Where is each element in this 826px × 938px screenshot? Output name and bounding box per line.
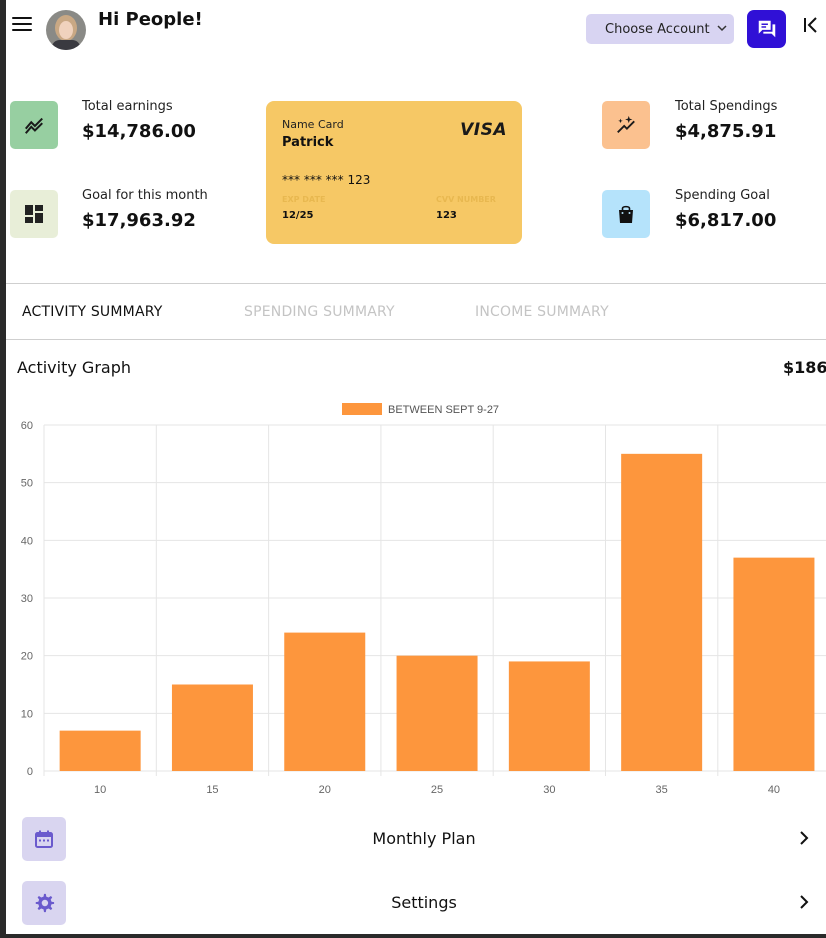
collapse-left-icon[interactable] [802, 16, 820, 34]
x-tick-label: 25 [431, 784, 443, 796]
card-cvv-value: 123 [436, 210, 457, 221]
card-cvv-label: CVV NUMBER [436, 195, 496, 204]
tab-income-summary[interactable]: INCOME SUMMARY [475, 304, 609, 320]
bar [508, 661, 590, 771]
y-tick-label: 0 [27, 766, 33, 778]
settings-label: Settings [391, 893, 457, 912]
y-tick-label: 10 [21, 708, 33, 720]
trend-up-icon [10, 101, 58, 149]
shopping-bag-icon [602, 190, 650, 238]
name-card[interactable]: Name Card Patrick VISA *** *** *** 123 E… [266, 101, 522, 244]
summary-tabs: ACTIVITY SUMMARY SPENDING SUMMARY INCOME… [6, 283, 826, 340]
total-spendings-value: $4,875.91 [675, 121, 777, 142]
y-tick-label: 40 [21, 535, 33, 547]
total-earnings-value: $14,786.00 [82, 121, 196, 142]
monthly-plan-label: Monthly Plan [372, 829, 476, 848]
bar [171, 684, 253, 771]
card-number: *** *** *** 123 [282, 173, 371, 187]
total-spendings-label: Total Spendings [675, 99, 778, 114]
graph-title: Activity Graph [17, 358, 131, 377]
x-tick-label: 35 [656, 784, 668, 796]
settings-row[interactable]: Settings [6, 879, 826, 927]
card-exp-label: EXP DATE [282, 195, 326, 204]
app-window: Hi People! Choose Account Total earnings… [6, 0, 826, 934]
visa-logo: VISA [460, 120, 507, 140]
x-tick-label: 20 [319, 784, 331, 796]
bar [284, 632, 366, 771]
card-label: Name Card [282, 118, 344, 131]
bar [621, 453, 703, 771]
x-tick-label: 30 [543, 784, 555, 796]
tab-activity-summary[interactable]: ACTIVITY SUMMARY [22, 304, 163, 320]
account-select[interactable]: Choose Account [586, 14, 734, 44]
spending-goal-label: Spending Goal [675, 188, 770, 203]
y-tick-label: 20 [21, 651, 33, 663]
bar [59, 730, 141, 771]
bar [733, 557, 815, 771]
monthly-goal-value: $17,963.92 [82, 210, 196, 231]
chevron-down-icon [717, 25, 727, 32]
hamburger-icon[interactable] [12, 17, 32, 33]
legend-label: BETWEEN SEPT 9-27 [388, 404, 499, 416]
chat-icon [758, 20, 775, 38]
account-select-label: Choose Account [605, 21, 710, 37]
card-exp-value: 12/25 [282, 210, 314, 221]
dashboard-icon [10, 190, 58, 238]
x-tick-label: 40 [768, 784, 780, 796]
activity-bar-chart: 0 10 20 30 40 50 60 10 15 20 25 30 35 40 BETWEEN SEPT … [21, 403, 826, 796]
graph-amount: $186K [783, 358, 826, 377]
monthly-goal-label: Goal for this month [82, 188, 208, 203]
bar [396, 655, 478, 771]
chevron-right-icon [800, 895, 809, 909]
greeting-title: Hi People! [98, 9, 203, 30]
y-tick-label: 60 [21, 420, 33, 432]
monthly-plan-row[interactable]: Monthly Plan [6, 815, 826, 863]
legend-swatch [342, 403, 382, 415]
chat-button[interactable] [747, 10, 786, 48]
x-tick-label: 15 [206, 784, 218, 796]
avatar[interactable] [46, 10, 86, 50]
tab-spending-summary[interactable]: SPENDING SUMMARY [244, 304, 395, 320]
y-tick-label: 30 [21, 593, 33, 605]
chevron-right-icon [800, 831, 809, 845]
spending-goal-value: $6,817.00 [675, 210, 777, 231]
x-tick-label: 10 [94, 784, 106, 796]
sparkle-chart-icon [602, 101, 650, 149]
total-earnings-label: Total earnings [82, 99, 173, 114]
y-tick-label: 50 [21, 478, 33, 490]
card-holder: Patrick [282, 135, 334, 150]
